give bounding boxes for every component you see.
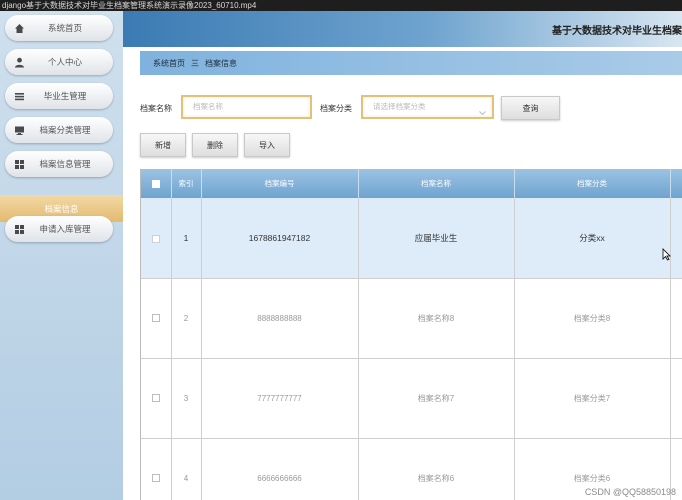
query-button[interactable]: 查询 <box>501 96 560 120</box>
archive-name-input[interactable]: 档案名称 <box>181 95 312 119</box>
breadcrumb-separator: 三 <box>191 58 199 68</box>
column-header-more <box>670 169 682 198</box>
cell-index: 2 <box>171 278 202 359</box>
table-row[interactable]: 3 7777777777 档案名称7 档案分类7 <box>141 358 682 439</box>
row-checkbox[interactable] <box>151 234 160 243</box>
column-header-name: 档案名称 <box>358 169 515 198</box>
breadcrumb-home[interactable]: 系统首页 <box>153 58 185 69</box>
cell-code: 7777777777 <box>201 358 359 439</box>
archive-category-label: 档案分类 <box>320 104 352 113</box>
search-bar: 档案名称 档案名称 档案分类 请选择档案分类 查询 <box>140 95 682 121</box>
table-row[interactable]: 2 8888888888 档案名称8 档案分类8 <box>141 278 682 359</box>
cell-name: 档案名称7 <box>358 358 515 439</box>
sidebar: 系统首页 个人中心 毕业生管理 档案分类管理 档案信息管理 档案信息 申请入库管… <box>0 11 123 500</box>
cell-index: 1 <box>171 198 202 279</box>
cell-category: 档案分类7 <box>514 358 671 439</box>
sidebar-item-label: 个人中心 <box>47 57 82 67</box>
cell-code: 8888888888 <box>201 278 359 359</box>
breadcrumb: 系统首页 三 档案信息 <box>140 51 682 75</box>
column-header-code: 档案编号 <box>201 169 359 198</box>
archive-table: 索引 档案编号 档案名称 档案分类 1 1678861947182 应届毕业生 … <box>140 169 682 500</box>
cell-actions <box>670 278 682 359</box>
add-button[interactable]: 新增 <box>140 133 186 157</box>
sidebar-item-label: 档案信息管理 <box>39 159 91 169</box>
sidebar-item-label: 毕业生管理 <box>43 91 87 101</box>
watermark: CSDN @QQ58850198 <box>584 487 676 497</box>
home-icon <box>9 18 29 38</box>
archive-category-placeholder: 请选择档案分类 <box>373 102 426 111</box>
window-titlebar: django基于大数据技术对毕业生档案管理系统演示录像2023_60710.mp… <box>0 0 682 11</box>
table-header-row: 索引 档案编号 档案名称 档案分类 <box>141 169 682 198</box>
row-checkbox[interactable] <box>151 474 160 483</box>
select-all-checkbox[interactable] <box>151 180 160 188</box>
monitor-icon <box>9 120 29 140</box>
table-row[interactable]: 1 1678861947182 应届毕业生 分类xx <box>141 198 682 279</box>
column-header-index: 索引 <box>171 169 202 198</box>
grid-icon <box>9 154 29 174</box>
row-checkbox[interactable] <box>151 314 160 323</box>
cell-code: 1678861947182 <box>201 198 359 279</box>
mouse-cursor-icon <box>662 248 671 266</box>
cell-code: 6666666666 <box>201 438 359 500</box>
chevron-down-icon <box>479 104 486 124</box>
select-all-cell <box>141 169 172 198</box>
column-header-category: 档案分类 <box>514 169 671 198</box>
sidebar-item-archive-management[interactable]: 档案信息管理 <box>5 151 113 177</box>
sidebar-item-application-management[interactable]: 申请入库管理 <box>5 216 113 242</box>
sidebar-item-label: 档案信息 <box>44 203 79 214</box>
grid-icon <box>9 219 29 239</box>
archive-name-placeholder: 档案名称 <box>193 102 223 111</box>
cell-category: 档案分类8 <box>514 278 671 359</box>
cell-name: 档案名称8 <box>358 278 515 359</box>
sidebar-item-graduates[interactable]: 毕业生管理 <box>5 83 113 109</box>
sidebar-item-label: 申请入库管理 <box>39 224 91 234</box>
breadcrumb-current: 档案信息 <box>205 58 237 68</box>
sidebar-item-label: 档案分类管理 <box>39 125 91 135</box>
user-icon <box>9 52 29 72</box>
cell-name: 档案名称6 <box>358 438 515 500</box>
cell-name: 应届毕业生 <box>358 198 515 279</box>
sidebar-item-profile[interactable]: 个人中心 <box>5 49 113 75</box>
sidebar-item-label: 系统首页 <box>47 23 82 33</box>
row-checkbox[interactable] <box>151 394 160 403</box>
cell-index: 3 <box>171 358 202 439</box>
archive-category-select[interactable]: 请选择档案分类 <box>361 95 494 119</box>
sidebar-item-category-management[interactable]: 档案分类管理 <box>5 117 113 143</box>
cell-index: 4 <box>171 438 202 500</box>
sidebar-item-home[interactable]: 系统首页 <box>5 15 113 41</box>
cell-category: 分类xx <box>514 198 671 279</box>
import-button[interactable]: 导入 <box>244 133 290 157</box>
top-header: 基于大数据技术对毕业生档案 <box>123 11 682 47</box>
cell-actions <box>670 198 682 279</box>
cell-actions <box>670 358 682 439</box>
archive-name-label: 档案名称 <box>140 104 172 113</box>
delete-button[interactable]: 删除 <box>192 133 238 157</box>
list-icon <box>9 86 29 106</box>
site-title: 基于大数据技术对毕业生档案 <box>552 26 682 37</box>
